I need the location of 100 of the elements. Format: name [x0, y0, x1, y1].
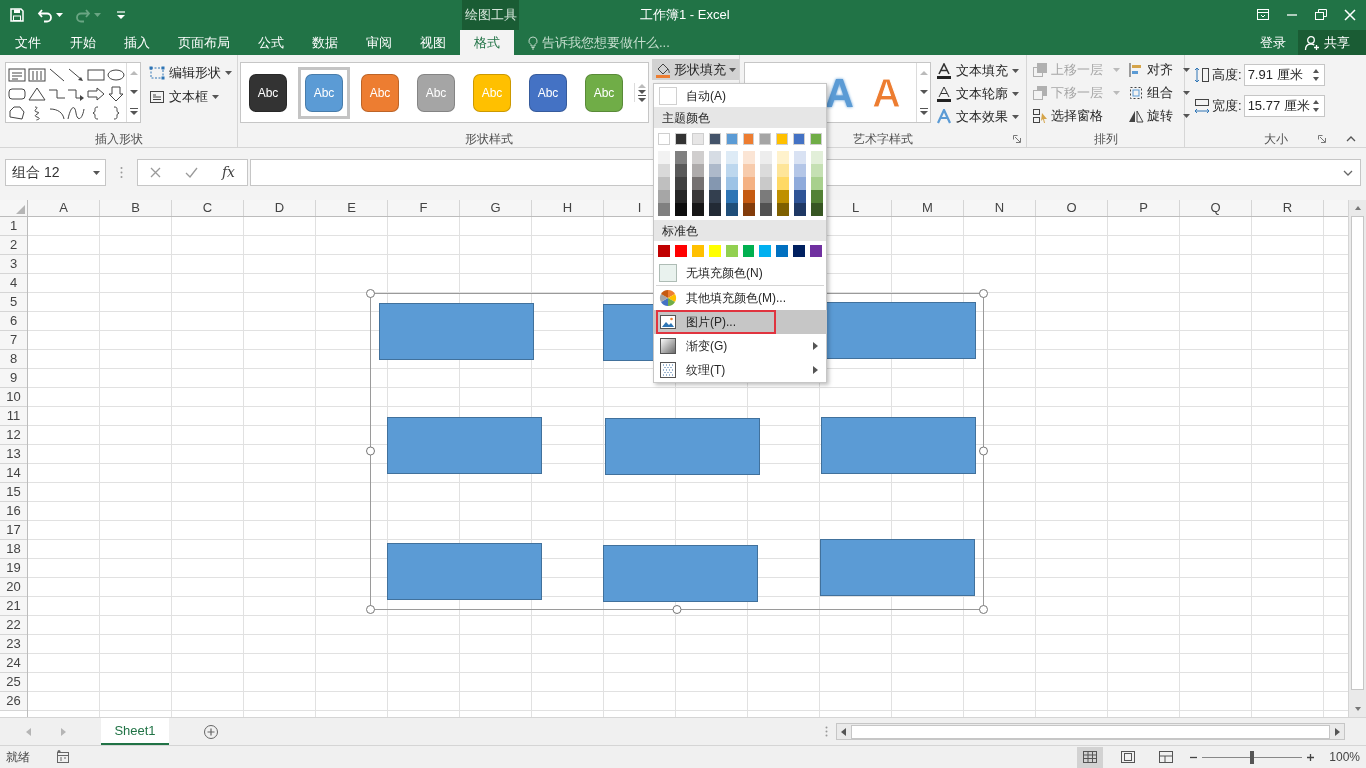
color-swatch[interactable] [743, 203, 755, 216]
vertical-dots-icon[interactable] [120, 166, 123, 179]
color-swatch[interactable] [691, 133, 704, 145]
ribbon-button[interactable]: 文本填充 [936, 60, 1019, 81]
color-swatch[interactable] [793, 245, 806, 257]
color-swatch[interactable] [760, 190, 772, 203]
color-swatch[interactable] [760, 151, 772, 164]
color-swatch[interactable] [709, 203, 721, 216]
color-swatch[interactable] [726, 151, 738, 164]
color-swatch[interactable] [675, 177, 687, 190]
color-swatch[interactable] [674, 245, 687, 257]
color-swatch[interactable] [743, 151, 755, 164]
color-swatch[interactable] [658, 245, 670, 257]
color-swatch[interactable] [776, 245, 789, 257]
color-swatch[interactable] [777, 164, 789, 177]
triangle-icon[interactable] [26, 85, 47, 102]
menu-item[interactable]: 其他填充颜色(M)... [654, 286, 826, 310]
color-swatch[interactable] [726, 164, 738, 177]
color-swatch[interactable] [692, 190, 704, 203]
color-swatch[interactable] [726, 177, 738, 190]
sign-in-link[interactable]: 登录 [1248, 30, 1298, 55]
color-swatch[interactable] [708, 133, 721, 145]
ribbon-tab[interactable]: 页面布局 [164, 30, 244, 55]
color-swatch[interactable] [776, 133, 789, 145]
cancel-icon[interactable] [150, 167, 161, 178]
color-swatch[interactable] [811, 164, 823, 177]
scroll-thumb[interactable] [1351, 216, 1364, 690]
ribbon-display-icon[interactable] [1255, 8, 1270, 22]
right-arrow-icon[interactable] [86, 85, 107, 102]
color-swatch[interactable] [675, 164, 687, 177]
check-icon[interactable] [184, 167, 198, 178]
ribbon-tab[interactable]: 插入 [110, 30, 164, 55]
color-swatch[interactable] [692, 177, 704, 190]
ribbon-button[interactable]: 文本框 [149, 86, 232, 107]
scroll-down-icon[interactable] [128, 89, 139, 95]
size-field[interactable]: 7.91 厘米 [1243, 64, 1325, 86]
ribbon-button[interactable]: 文本轮廓 [936, 83, 1019, 104]
color-swatch[interactable] [658, 133, 670, 145]
color-swatch[interactable] [777, 203, 789, 216]
restore-icon[interactable] [1313, 8, 1328, 22]
ribbon-tab[interactable]: 数据 [298, 30, 352, 55]
shape-fill-button[interactable]: 形状填充 [652, 59, 739, 80]
color-swatch[interactable] [726, 190, 738, 203]
zoom-in-icon[interactable] [1306, 752, 1316, 762]
ribbon-button[interactable]: 旋转 [1128, 105, 1190, 126]
color-swatch[interactable] [742, 245, 755, 257]
color-swatch[interactable] [675, 190, 687, 203]
next-sheet-icon[interactable] [60, 727, 66, 736]
color-swatch[interactable] [794, 177, 806, 190]
color-swatch[interactable] [777, 190, 789, 203]
collapse-ribbon-icon[interactable] [1346, 136, 1356, 142]
color-swatch[interactable] [794, 190, 806, 203]
color-swatch[interactable] [777, 177, 789, 190]
scroll-down-icon[interactable] [636, 89, 647, 95]
ribbon-button[interactable]: 文本效果 [936, 106, 1019, 127]
color-swatch[interactable] [691, 245, 704, 257]
curve-icon[interactable] [66, 104, 87, 121]
insert-function-button[interactable]: fx [221, 162, 235, 183]
vertical-dots-icon[interactable] [824, 726, 828, 737]
search-field[interactable]: 告诉我您想要做什么... [528, 30, 682, 55]
color-swatch[interactable] [709, 151, 721, 164]
name-box[interactable]: 组合 12 [5, 159, 106, 186]
rounded-rectangle-icon[interactable] [6, 85, 27, 102]
color-swatch[interactable] [658, 177, 670, 190]
expand-icon[interactable] [1343, 169, 1353, 176]
color-swatch[interactable] [709, 177, 721, 190]
ribbon-tab[interactable]: 开始 [56, 30, 110, 55]
menu-item[interactable]: 无填充颜色(N) [654, 261, 826, 285]
color-swatch[interactable] [810, 133, 823, 145]
color-swatch[interactable] [658, 190, 670, 203]
color-swatch[interactable] [726, 203, 738, 216]
scroll-thumb[interactable] [851, 724, 1330, 739]
menu-item[interactable]: 渐变(G) [654, 334, 826, 358]
add-sheet-icon[interactable] [203, 723, 219, 740]
share-button[interactable]: 共享 [1298, 30, 1366, 55]
color-swatch[interactable] [709, 190, 721, 203]
previous-sheet-icon[interactable] [26, 727, 32, 736]
color-swatch[interactable] [658, 151, 670, 164]
scroll-up-icon[interactable] [918, 69, 929, 76]
color-swatch[interactable] [794, 164, 806, 177]
color-swatch[interactable] [725, 133, 738, 145]
color-swatch[interactable] [811, 190, 823, 203]
color-swatch[interactable] [742, 133, 755, 145]
ribbon-tab[interactable]: 格式 [460, 30, 514, 55]
more-icon[interactable] [918, 108, 929, 116]
color-swatch[interactable] [759, 245, 772, 257]
color-swatch[interactable] [743, 190, 755, 203]
ribbon-tab[interactable]: 视图 [406, 30, 460, 55]
menu-item[interactable]: 自动(A) [654, 84, 826, 107]
dialog-launcher-icon[interactable] [1318, 135, 1326, 143]
dialog-launcher-icon[interactable] [1013, 135, 1021, 143]
color-swatch[interactable] [794, 151, 806, 164]
color-swatch[interactable] [743, 164, 755, 177]
color-swatch[interactable] [811, 177, 823, 190]
zoom-slider[interactable] [1200, 750, 1305, 764]
oval-icon[interactable] [106, 66, 127, 83]
color-swatch[interactable] [658, 203, 670, 216]
scroll-up-icon[interactable] [128, 69, 139, 76]
color-swatch[interactable] [743, 177, 755, 190]
color-swatch[interactable] [692, 151, 704, 164]
